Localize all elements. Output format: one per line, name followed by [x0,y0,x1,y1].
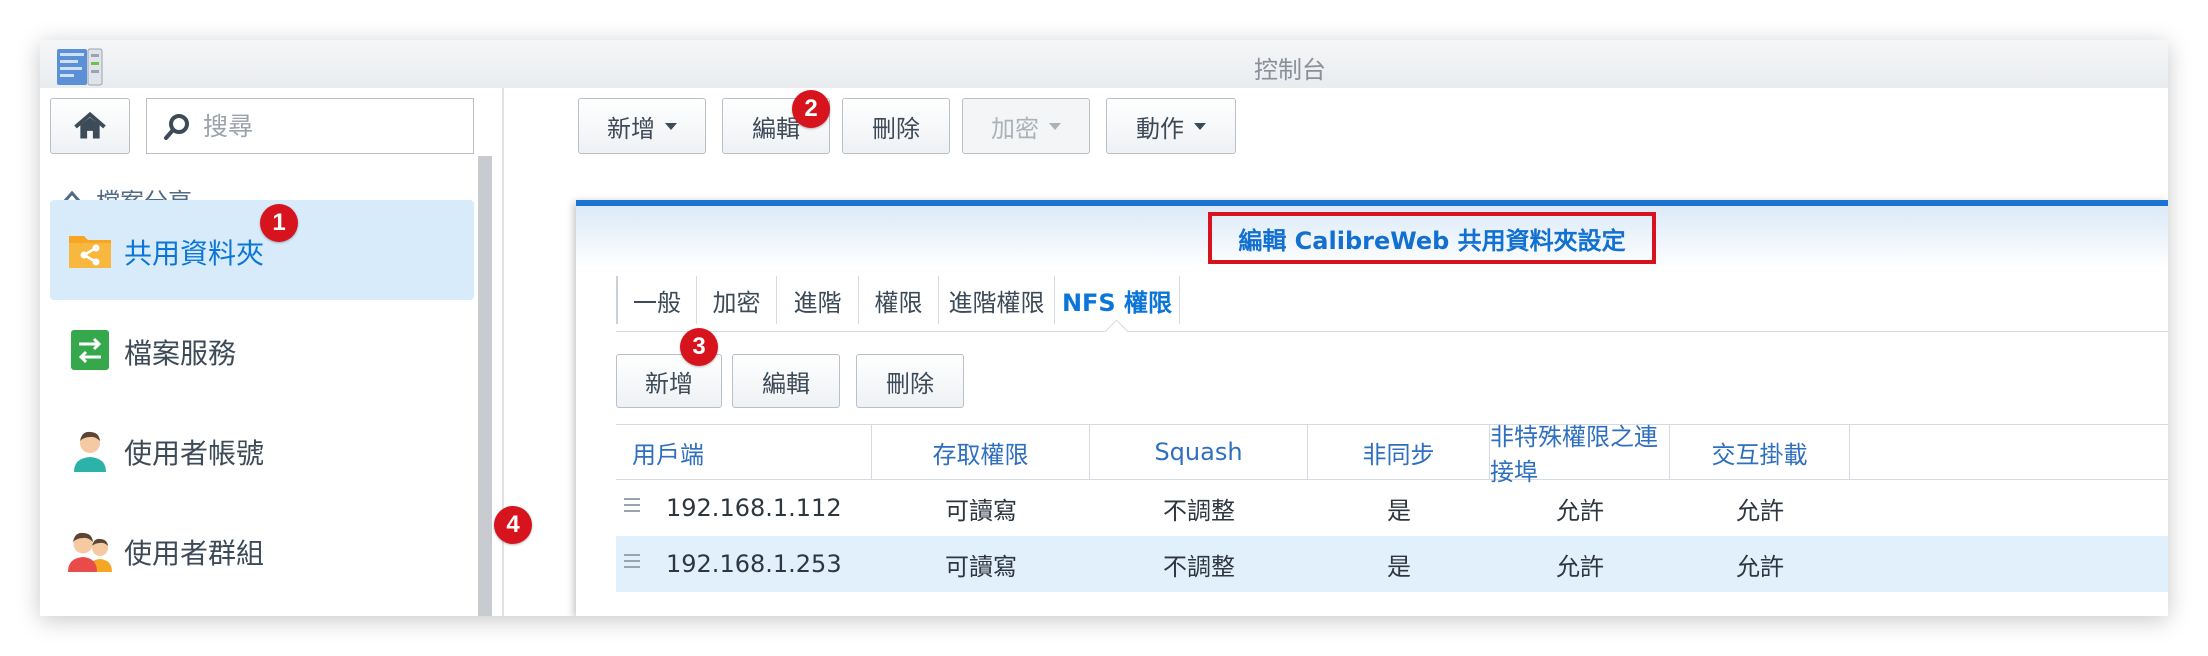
cell-squash: 不調整 [1163,496,1235,525]
file-services-icon [71,330,109,370]
encrypt-button[interactable]: 加密 [962,98,1090,154]
button-label: 新增 [607,114,655,143]
cell-privilege: 可讀寫 [945,552,1017,581]
user-icon [74,431,106,472]
sidebar-item-label: 使用者群組 [124,537,265,570]
window-title: 控制台 [1254,56,1326,84]
cell-async: 是 [1387,496,1411,525]
nfs-delete-button[interactable]: 刪除 [856,354,964,408]
table-row[interactable]: 192.168.1.112 可讀寫 不調整 是 允許 允許 [616,480,2168,536]
sidebar-scrollbar[interactable] [478,156,492,616]
annotation-badge-3: 3 [680,328,718,366]
cell-client: 192.168.1.253 [666,550,842,578]
control-panel-icon [57,48,103,86]
nfs-edit-button[interactable]: 編輯 [732,354,840,408]
tab-permissions[interactable]: 權限 [858,276,938,324]
shared-folder-icon [69,236,111,268]
column-header-cross-mount[interactable]: 交互掛載 [1670,425,1850,479]
search-input[interactable] [203,111,463,141]
column-header-client[interactable]: 用戶端 [616,425,872,479]
tab-advanced-permissions[interactable]: 進階權限 [938,276,1054,324]
annotation-badge-2: 2 [792,90,830,128]
cell-cross-mount: 允許 [1736,496,1784,525]
sidebar-item-label: 共用資料夾 [124,237,265,270]
action-button[interactable]: 動作 [1106,98,1236,154]
cell-squash: 不調整 [1163,552,1235,581]
dialog-title-highlight: 編輯 CalibreWeb 共用資料夾設定 [1208,212,1656,264]
main-panel: 新增 編輯 刪除 加密 動作 2 編輯 CalibreWeb 共用資料夾設定 一… [494,88,2168,616]
table-row[interactable]: 192.168.1.253 可讀寫 不調整 是 允許 允許 [616,536,2168,592]
sidebar-item-group[interactable]: 使用者群組 [50,500,474,600]
dialog-tabs: 一般 加密 進階 權限 進階權限 NFS 權限 [616,268,2168,332]
sidebar-item-file-services[interactable]: 檔案服務 [50,300,474,400]
sidebar-item-label: 檔案服務 [124,337,237,370]
cell-privilege: 可讀寫 [945,496,1017,525]
dialog-header: 編輯 CalibreWeb 共用資料夾設定 [576,206,2168,268]
edit-shared-folder-dialog: 編輯 CalibreWeb 共用資料夾設定 一般 加密 進階 權限 進階權限 N… [576,200,2168,616]
sidebar: 檔案分享 共用資料夾 檔案服務 [40,88,492,616]
control-panel-window: 控制台 檔案分享 [40,40,2168,616]
group-icon [68,532,112,572]
search-icon [164,114,189,140]
table-header: 用戶端 存取權限 Squash 非同步 非特殊權限之連接埠 交互掛載 [616,423,2168,486]
cell-async: 是 [1387,552,1411,581]
column-header-non-privileged-port[interactable]: 非特殊權限之連接埠 [1490,423,1670,486]
tab-encryption[interactable]: 加密 [696,276,776,324]
search-box[interactable] [146,98,474,154]
home-icon [74,111,106,139]
caret-down-icon [1049,122,1061,130]
sidebar-item-label: 使用者帳號 [124,437,265,470]
button-label: 動作 [1136,114,1184,143]
dialog-title: 編輯 CalibreWeb 共用資料夾設定 [1238,226,1626,255]
column-header-privilege[interactable]: 存取權限 [872,425,1090,479]
delete-button[interactable]: 刪除 [842,98,950,154]
title-bar: 控制台 [40,40,2168,88]
create-button[interactable]: 新增 [578,98,706,154]
column-header-async[interactable]: 非同步 [1308,425,1490,479]
home-button[interactable] [50,98,130,154]
annotation-badge-1: 1 [260,204,298,242]
caret-down-icon [1194,122,1206,130]
tab-advanced[interactable]: 進階 [776,276,858,324]
cell-non-privileged-port: 允許 [1556,552,1604,581]
caret-down-icon [665,122,677,130]
annotation-badge-4: 4 [494,506,532,544]
button-label: 刪除 [872,114,920,143]
column-header-squash[interactable]: Squash [1090,425,1308,479]
cell-cross-mount: 允許 [1736,552,1784,581]
button-label: 加密 [991,114,1039,143]
tab-general[interactable]: 一般 [616,276,696,324]
sidebar-item-user[interactable]: 使用者帳號 [50,400,474,500]
tab-nfs-permissions[interactable]: NFS 權限 [1054,276,1180,324]
cell-non-privileged-port: 允許 [1556,496,1604,525]
nfs-rules-table: 用戶端 存取權限 Squash 非同步 非特殊權限之連接埠 交互掛載 192.1… [616,423,2168,592]
cell-client: 192.168.1.112 [666,494,842,522]
